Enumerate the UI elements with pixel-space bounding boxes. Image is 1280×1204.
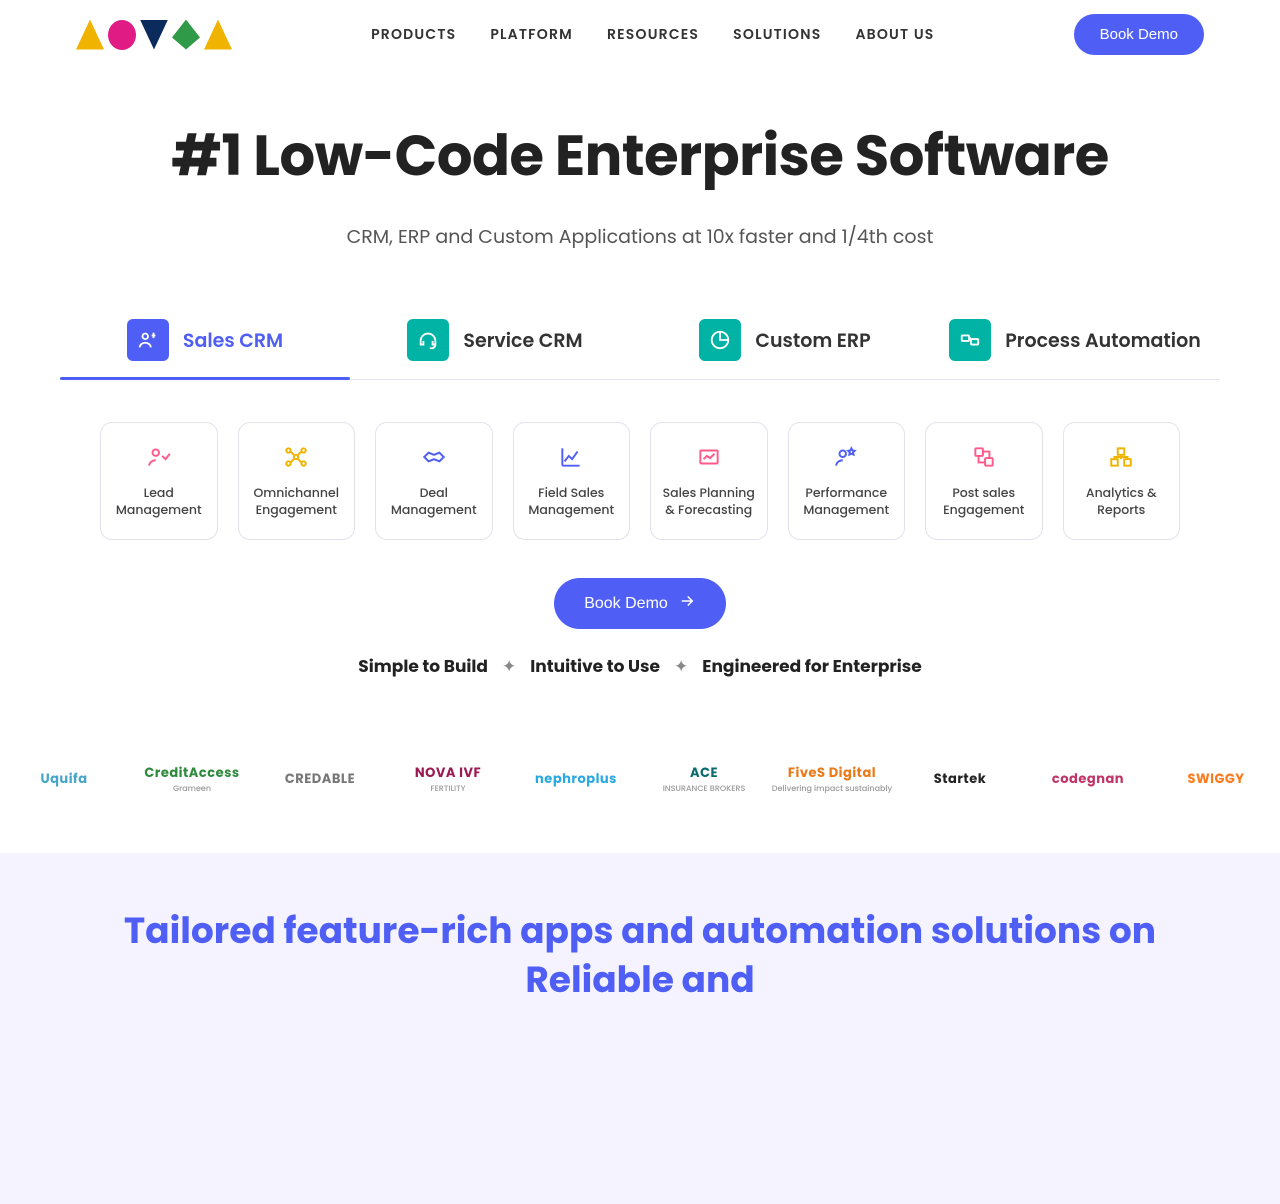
client-logo: codegnan xyxy=(1024,769,1152,789)
feature-cards: Lead Management Omnichannel Engagement D… xyxy=(100,422,1180,540)
card-post-sales[interactable]: Post sales Engagement xyxy=(925,422,1043,540)
client-logo: CREDABLE xyxy=(256,769,384,789)
cta-row: Book Demo xyxy=(0,578,1280,629)
logo-shape-3 xyxy=(140,20,168,50)
tailored-apps-section: Tailored feature-rich apps and automatio… xyxy=(0,853,1280,1204)
nav-about[interactable]: ABOUT US xyxy=(855,24,934,45)
client-logo: nephroplus xyxy=(512,769,640,789)
card-label: Sales Planning & Forecasting xyxy=(661,486,757,520)
book-demo-cta-button[interactable]: Book Demo xyxy=(554,578,726,629)
card-lead-management[interactable]: Lead Management xyxy=(100,422,218,540)
nav-platform[interactable]: PLATFORM xyxy=(490,24,573,45)
card-label: Post sales Engagement xyxy=(936,486,1032,520)
hero-title: #1 Low-Code Enterprise Software xyxy=(40,113,1240,198)
tab-custom-erp[interactable]: Custom ERP xyxy=(640,309,930,379)
brand-logo xyxy=(76,20,232,50)
book-demo-button[interactable]: Book Demo xyxy=(1074,14,1204,55)
arrow-right-icon xyxy=(678,592,696,615)
card-label: Lead Management xyxy=(111,486,207,520)
card-label: Deal Management xyxy=(386,486,482,520)
card-omnichannel[interactable]: Omnichannel Engagement xyxy=(238,422,356,540)
tab-label: Sales CRM xyxy=(183,326,283,355)
card-label: Performance Management xyxy=(799,486,895,520)
star-user-icon xyxy=(831,442,861,472)
tagline-a: Simple to Build xyxy=(358,653,488,679)
card-field-sales[interactable]: Field Sales Management xyxy=(513,422,631,540)
logo-shape-5 xyxy=(204,20,232,50)
headset-icon xyxy=(407,319,449,361)
forecast-icon xyxy=(694,442,724,472)
client-logo: NOVA IVFFERTILITY xyxy=(384,763,512,795)
automation-icon xyxy=(949,319,991,361)
sparkle-icon: ✦ xyxy=(674,653,688,679)
tab-label: Custom ERP xyxy=(755,326,870,355)
sparkle-icon: ✦ xyxy=(502,653,516,679)
reports-icon xyxy=(1106,442,1136,472)
lead-icon xyxy=(144,442,174,472)
card-label: Analytics & Reports xyxy=(1074,486,1170,520)
network-icon xyxy=(281,442,311,472)
hero: #1 Low-Code Enterprise Software CRM, ERP… xyxy=(0,65,1280,265)
client-logo: CreditAccessGrameen xyxy=(128,763,256,795)
engagement-icon xyxy=(969,442,999,472)
tab-label: Service CRM xyxy=(463,326,582,355)
trend-up-icon xyxy=(556,442,586,472)
card-sales-planning[interactable]: Sales Planning & Forecasting xyxy=(650,422,768,540)
nav-resources[interactable]: RESOURCES xyxy=(607,24,699,45)
primary-nav: PRODUCTS PLATFORM RESOURCES SOLUTIONS AB… xyxy=(371,24,934,45)
tab-process-automation[interactable]: Process Automation xyxy=(930,309,1220,379)
client-logos-strip: Uquifa CreditAccessGrameen CREDABLE NOVA… xyxy=(0,749,1280,809)
card-analytics[interactable]: Analytics & Reports xyxy=(1063,422,1181,540)
tab-label: Process Automation xyxy=(1005,326,1201,355)
logo-shape-2 xyxy=(108,20,136,50)
nav-products[interactable]: PRODUCTS xyxy=(371,24,456,45)
pie-chart-icon xyxy=(699,319,741,361)
card-label: Field Sales Management xyxy=(524,486,620,520)
handshake-icon xyxy=(419,442,449,472)
client-logo: ACEINSURANCE BROKERS xyxy=(640,763,768,795)
tagline-b: Intuitive to Use xyxy=(530,653,660,679)
tagline-c: Engineered for Enterprise xyxy=(702,653,921,679)
hero-subtitle: CRM, ERP and Custom Applications at 10x … xyxy=(40,222,1240,251)
tagline: Simple to Build ✦ Intuitive to Use ✦ Eng… xyxy=(0,653,1280,679)
client-logo: Startek xyxy=(896,769,1024,789)
client-logo: Uquifa xyxy=(0,769,128,789)
nav-solutions[interactable]: SOLUTIONS xyxy=(733,24,821,45)
tab-sales-crm[interactable]: Sales CRM xyxy=(60,309,350,379)
site-header: PRODUCTS PLATFORM RESOURCES SOLUTIONS AB… xyxy=(0,0,1280,65)
client-logo: SWIGGY xyxy=(1152,769,1280,789)
users-dollar-icon xyxy=(127,319,169,361)
product-tabs: Sales CRM Service CRM Custom ERP Process… xyxy=(60,309,1220,380)
card-label: Omnichannel Engagement xyxy=(249,486,345,520)
client-logo: FiveS DigitalDelivering impact sustainab… xyxy=(768,763,896,795)
card-deal-management[interactable]: Deal Management xyxy=(375,422,493,540)
section2-heading: Tailored feature-rich apps and automatio… xyxy=(80,907,1200,1004)
tab-service-crm[interactable]: Service CRM xyxy=(350,309,640,379)
cta-label: Book Demo xyxy=(584,595,668,613)
card-performance[interactable]: Performance Management xyxy=(788,422,906,540)
logo-shape-4 xyxy=(172,20,200,50)
logo-shape-1 xyxy=(76,20,104,50)
